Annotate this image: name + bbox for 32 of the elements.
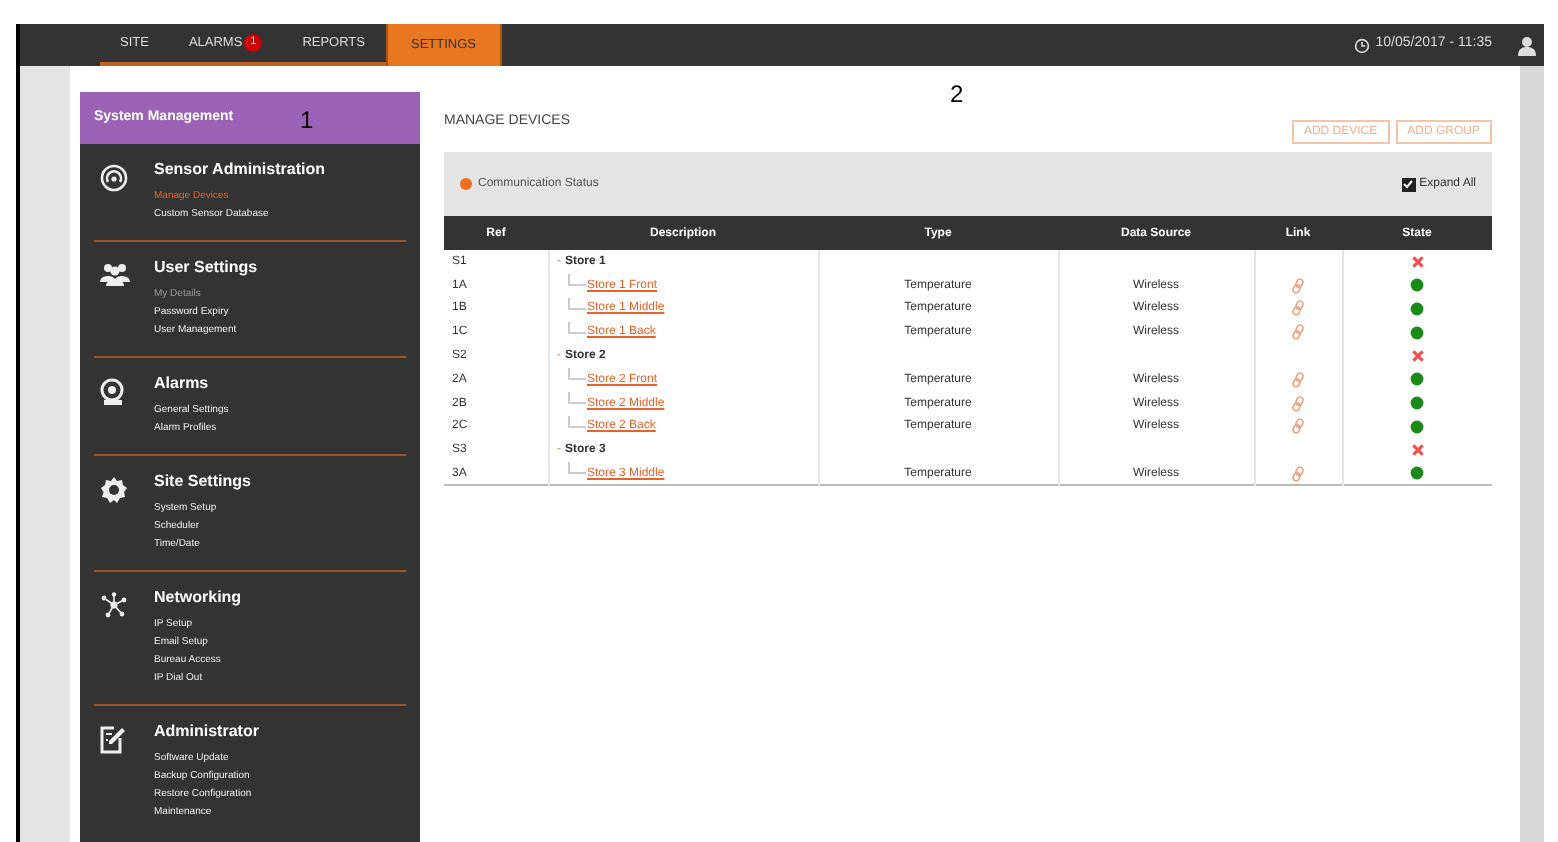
section-title: Sensor Administration [154,158,325,182]
user-icon[interactable] [1518,35,1536,55]
section-title: User Settings [154,256,258,280]
gear-icon [100,476,128,504]
link-icon[interactable] [1292,324,1304,341]
annotation-number: 2 [950,78,964,112]
checkbox[interactable] [1401,177,1416,191]
section-title: Alarms [154,372,211,396]
tree-line [567,462,585,475]
link-icon[interactable] [1292,395,1304,412]
tree-line [567,392,585,405]
link-icon[interactable] [1292,465,1304,482]
edit-icon [100,726,126,754]
tree-line [567,415,585,428]
tree-line [567,368,585,381]
link-icon[interactable] [1292,277,1304,294]
alarm-bell-icon [100,378,126,406]
scrollbar[interactable] [1520,66,1544,842]
tree-line [567,321,585,334]
tree-line [567,274,585,287]
network-icon [100,592,128,618]
wireless-sensor-icon [100,164,128,192]
section-title: Administrator [154,720,259,744]
link-icon[interactable] [1292,371,1304,388]
annotation-number: 1 [300,104,314,138]
section-title: Site Settings [154,470,251,494]
clock-icon [1353,37,1370,53]
link-icon[interactable] [1292,418,1304,435]
link-icon[interactable] [1292,300,1304,317]
tree-line [567,297,585,310]
section-title: Networking [154,586,242,610]
users-icon [100,262,130,286]
